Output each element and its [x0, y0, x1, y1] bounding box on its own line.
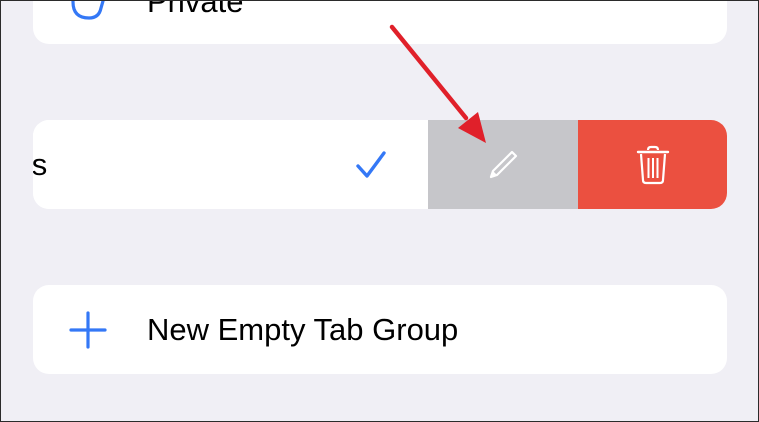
tab-group-row-swiped[interactable]: ces — [33, 120, 727, 209]
tab-group-row-content[interactable]: ces — [33, 120, 428, 209]
trash-icon — [636, 145, 669, 184]
edit-button[interactable] — [428, 120, 578, 209]
new-empty-tab-group-button[interactable]: New Empty Tab Group — [33, 285, 727, 374]
tab-group-label: Private — [147, 0, 244, 19]
new-empty-tab-group-label: New Empty Tab Group — [147, 312, 459, 347]
checkmark-icon — [356, 151, 386, 178]
plus-icon — [69, 311, 107, 349]
hand-icon — [71, 0, 105, 20]
pencil-icon — [489, 150, 518, 178]
tab-group-label: ces — [33, 147, 48, 182]
delete-button[interactable] — [578, 120, 727, 209]
tab-group-row-private[interactable]: Private — [33, 0, 727, 44]
